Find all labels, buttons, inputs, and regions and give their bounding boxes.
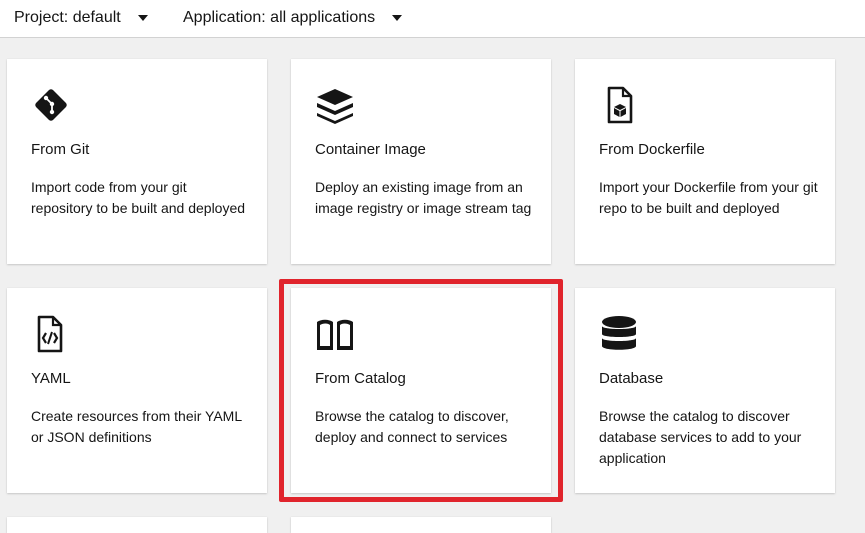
card-from-git[interactable]: From Git Import code from your git repos… — [7, 59, 267, 264]
card-title: From Catalog — [315, 370, 406, 387]
caret-down-icon — [392, 15, 403, 21]
context-toolbar: Project: default Application: all applic… — [0, 0, 865, 38]
card-partial[interactable] — [291, 517, 551, 533]
card-title: From Dockerfile — [599, 141, 705, 158]
card-database[interactable]: Database Browse the catalog to discover … — [575, 288, 835, 493]
database-icon — [602, 316, 636, 350]
card-yaml[interactable]: YAML Create resources from their YAML or… — [7, 288, 267, 493]
layers-icon — [317, 89, 353, 124]
card-container-image[interactable]: Container Image Deploy an existing image… — [291, 59, 551, 264]
card-title: Container Image — [315, 141, 426, 158]
card-description: Import code from your git repository to … — [31, 179, 246, 216]
card-title: From Git — [31, 141, 90, 158]
git-icon — [35, 89, 67, 121]
card-from-dockerfile[interactable]: From Dockerfile Import your Dockerfile f… — [575, 59, 835, 264]
card-description: Browse the catalog to discover, deploy a… — [315, 408, 509, 445]
card-title: Database — [599, 370, 664, 387]
project-dropdown[interactable]: Project: default — [14, 0, 148, 36]
card-description: Create resources from their YAML or JSON… — [31, 408, 242, 445]
project-dropdown-label: Project: default — [14, 9, 121, 26]
card-description: Deploy an existing image from an image r… — [315, 179, 532, 216]
yaml-file-icon — [37, 315, 63, 353]
application-dropdown-label: Application: all applications — [183, 9, 376, 26]
card-partial[interactable] — [7, 517, 267, 533]
card-title: YAML — [31, 370, 71, 387]
card-description: Browse the catalog to discover database … — [599, 408, 802, 466]
card-from-catalog[interactable]: From Catalog Browse the catalog to disco… — [291, 288, 551, 493]
card-description: Import your Dockerfile from your git rep… — [599, 179, 818, 216]
application-dropdown[interactable]: Application: all applications — [183, 0, 403, 36]
book-icon — [317, 319, 353, 350]
dockerfile-icon — [607, 86, 633, 124]
caret-down-icon — [137, 15, 148, 21]
